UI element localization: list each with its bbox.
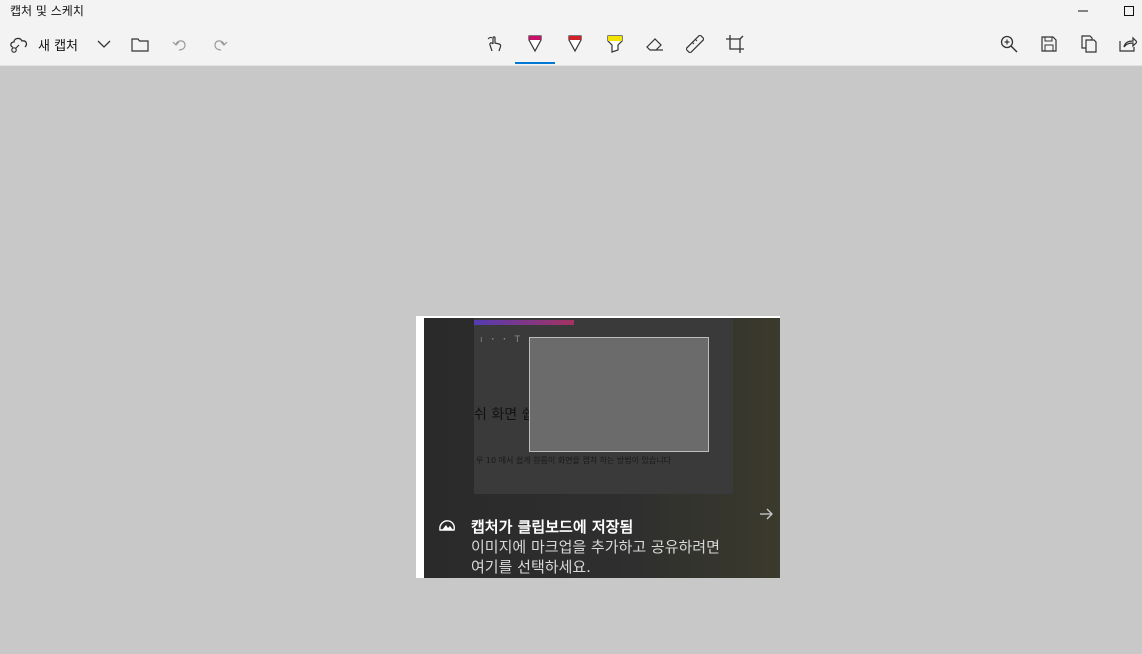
minimize-icon — [1078, 10, 1088, 12]
minimize-button[interactable] — [1060, 0, 1106, 22]
background-color-strip — [474, 320, 574, 325]
ballpoint-pen-icon — [528, 35, 542, 53]
notification-title: 캡처가 클립보드에 저장됨 — [471, 518, 634, 536]
maximize-button[interactable] — [1106, 0, 1142, 22]
maximize-icon — [1124, 6, 1134, 16]
snip-app-icon — [439, 520, 455, 531]
ruler-button[interactable] — [679, 30, 711, 58]
share-icon — [1119, 36, 1137, 52]
save-icon — [1041, 36, 1057, 52]
capture-mode-dropdown[interactable] — [88, 30, 120, 58]
eraser-icon — [646, 38, 663, 51]
notification-body-line2: 여기를 선택하세요. — [471, 558, 591, 576]
zoom-in-icon — [1000, 35, 1018, 53]
touch-writing-button[interactable] — [479, 30, 511, 58]
crop-icon — [726, 35, 744, 53]
new-capture-label: 새 캡처 — [38, 38, 79, 54]
toolbar: 새 캡처 — [0, 22, 1142, 66]
active-tool-indicator — [515, 62, 555, 64]
pencil-button[interactable] — [559, 30, 591, 58]
undo-icon — [172, 40, 186, 51]
snip-sketch-window: 캡처 및 스케치 새 캡처 ı ꞏ ꞏ T 쉬 화면 우 10 에서 쉽게 원름… — [0, 0, 1142, 654]
redo-button[interactable] — [204, 30, 236, 58]
copy-button[interactable] — [1073, 30, 1105, 58]
crop-button[interactable] — [719, 30, 751, 58]
capture-notification[interactable]: ı ꞏ ꞏ T · · · · · · · 쉬 화면 쉽게 캡쳐'하기! 화면 … — [424, 318, 780, 578]
save-button[interactable] — [1033, 30, 1065, 58]
folder-icon — [131, 37, 149, 52]
notification-body-line1: 이미지에 마크업을 추가하고 공유하려면 — [471, 538, 720, 556]
ruler-icon — [686, 35, 704, 53]
redo-icon — [214, 40, 228, 51]
title-bar: 캡처 및 스케치 — [0, 0, 1142, 22]
notification-body: 이미지에 마크업을 추가하고 공유하려면 여기를 선택하세요. — [471, 537, 761, 577]
copy-icon — [1081, 35, 1097, 53]
highlighter-button[interactable] — [599, 30, 631, 58]
chevron-down-icon — [97, 40, 111, 48]
highlighter-icon — [607, 35, 623, 53]
background-subtext: 우 10 에서 쉽게 원름이 화면을 캡쳐 하는 방법이 있습니다 — [476, 456, 671, 465]
touch-writing-icon — [487, 36, 502, 52]
ballpoint-pen-button[interactable] — [519, 30, 551, 58]
share-button[interactable] — [1112, 30, 1142, 58]
new-capture-button[interactable]: 새 캡처 — [8, 30, 88, 58]
undo-button[interactable] — [164, 30, 196, 58]
eraser-button[interactable] — [639, 30, 671, 58]
pencil-icon — [568, 35, 582, 53]
new-capture-icon — [10, 37, 28, 53]
arrow-right-icon[interactable] — [758, 506, 774, 522]
zoom-button[interactable] — [993, 30, 1025, 58]
window-title: 캡처 및 스케치 — [10, 4, 84, 18]
captured-image[interactable]: ı ꞏ ꞏ T · · · · · · · 쉬 화면 쉽게 캡쳐'하기! 화면 … — [416, 316, 780, 578]
open-file-button[interactable] — [124, 30, 156, 58]
selection-rectangle — [529, 337, 709, 452]
